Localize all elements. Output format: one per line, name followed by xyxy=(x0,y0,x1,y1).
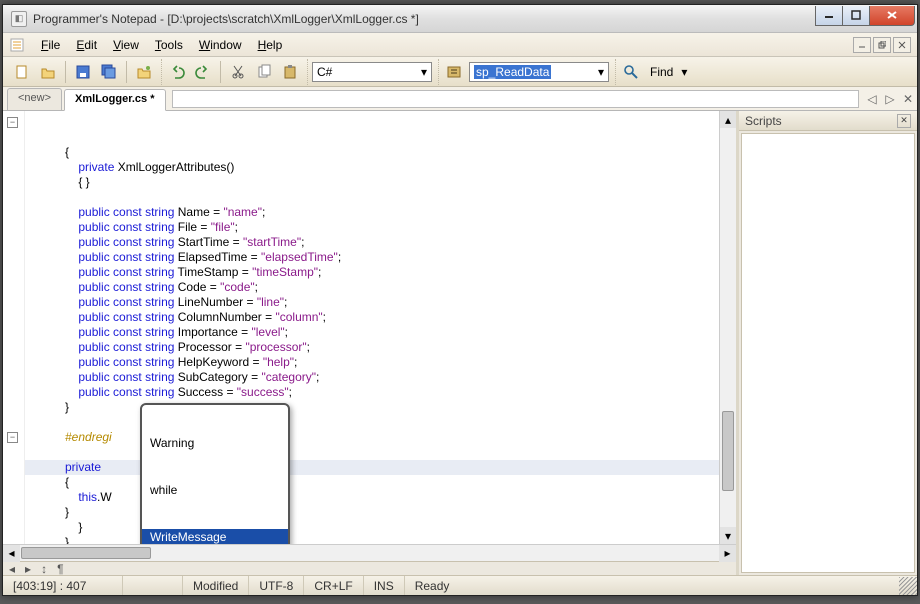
scroll-thumb[interactable] xyxy=(722,411,734,491)
status-modified: Modified xyxy=(183,576,249,595)
scroll-right-button[interactable]: ▸ xyxy=(719,545,736,562)
panel-header: Scripts ✕ xyxy=(739,111,917,131)
pilcrow-icon[interactable]: ¶ xyxy=(57,562,63,576)
scripts-panel: Scripts ✕ xyxy=(739,111,917,575)
scroll-down-button[interactable]: ▾ xyxy=(720,527,736,544)
save-button[interactable] xyxy=(72,61,94,83)
tab-xmllogger[interactable]: XmlLogger.cs * xyxy=(64,89,165,111)
menu-window[interactable]: Window xyxy=(191,35,250,55)
app-window: ◧ Programmer's Notepad - [D:\projects\sc… xyxy=(2,4,918,596)
minimize-button[interactable] xyxy=(815,6,843,26)
open-project-button[interactable] xyxy=(133,61,155,83)
code-editor[interactable]: − − { private XmlLoggerAttributes() { } … xyxy=(3,111,736,544)
find-button-icon[interactable] xyxy=(620,61,642,83)
status-eol: CR+LF xyxy=(304,576,363,595)
dropdown-arrow-icon: ▾ xyxy=(421,65,427,79)
undo-button[interactable] xyxy=(166,61,188,83)
function-value: sp_ReadData xyxy=(474,65,551,79)
tab-close-button[interactable]: ✕ xyxy=(901,92,915,106)
fold-gutter[interactable]: − − xyxy=(3,111,25,544)
dropdown-arrow-icon: ▾ xyxy=(598,65,604,79)
copy-button[interactable] xyxy=(253,61,275,83)
code-area[interactable]: { private XmlLoggerAttributes() { } publ… xyxy=(25,111,719,544)
fold-toggle[interactable]: − xyxy=(7,117,18,128)
mdi-restore-button[interactable] xyxy=(873,37,891,53)
scroll-thumb[interactable] xyxy=(21,547,151,559)
tab-new[interactable]: <new> xyxy=(7,88,62,110)
autocomplete-popup[interactable]: Warning while WriteMessage xyxy=(140,403,290,544)
split-icon[interactable]: ↕ xyxy=(41,562,47,576)
function-jump-button[interactable] xyxy=(443,61,465,83)
vertical-scrollbar[interactable]: ▴ ▾ xyxy=(719,111,736,544)
autocomplete-item[interactable]: while xyxy=(142,482,288,499)
fold-toggle[interactable]: − xyxy=(7,432,18,443)
app-icon: ◧ xyxy=(11,11,27,27)
find-label[interactable]: Find xyxy=(646,65,677,79)
title-bar: ◧ Programmer's Notepad - [D:\projects\sc… xyxy=(3,5,917,33)
language-selector[interactable]: C# ▾ xyxy=(312,62,432,82)
nav-back-icon[interactable]: ◂ xyxy=(9,562,15,576)
panel-close-button[interactable]: ✕ xyxy=(897,114,911,128)
document-tabs: <new> XmlLogger.cs * ◁ ▷ ✕ xyxy=(3,87,917,111)
menu-help[interactable]: Help xyxy=(250,35,291,55)
autocomplete-item-selected[interactable]: WriteMessage xyxy=(142,529,288,544)
status-bar: [403:19] : 407 Modified UTF-8 CR+LF INS … xyxy=(3,575,917,595)
menu-file[interactable]: File xyxy=(33,35,68,55)
status-insert-mode: INS xyxy=(364,576,405,595)
window-buttons xyxy=(816,6,915,26)
maximize-button[interactable] xyxy=(842,6,870,26)
main-area: − − { private XmlLoggerAttributes() { } … xyxy=(3,111,917,575)
cut-button[interactable] xyxy=(227,61,249,83)
scroll-left-button[interactable]: ◂ xyxy=(3,545,20,562)
scroll-up-button[interactable]: ▴ xyxy=(720,111,736,128)
editor-mini-toolbar: ◂ ▸ ↕ ¶ xyxy=(3,561,736,575)
window-title: Programmer's Notepad - [D:\projects\scra… xyxy=(33,12,419,26)
horizontal-scrollbar[interactable]: ◂ ▸ xyxy=(3,544,736,561)
menu-edit[interactable]: Edit xyxy=(68,35,105,55)
jump-input[interactable] xyxy=(172,90,859,108)
function-selector[interactable]: sp_ReadData ▾ xyxy=(469,62,609,82)
redo-button[interactable] xyxy=(192,61,214,83)
menu-view[interactable]: View xyxy=(105,35,147,55)
mdi-minimize-button[interactable] xyxy=(853,37,871,53)
dropdown-arrow-icon[interactable]: ▾ xyxy=(681,65,687,79)
editor-pane: − − { private XmlLoggerAttributes() { } … xyxy=(3,111,739,575)
save-all-button[interactable] xyxy=(98,61,120,83)
status-position: [403:19] : 407 xyxy=(3,576,123,595)
resize-grip[interactable] xyxy=(899,577,917,595)
status-encoding: UTF-8 xyxy=(249,576,304,595)
autocomplete-item[interactable]: Warning xyxy=(142,435,288,452)
nav-fwd-icon[interactable]: ▸ xyxy=(25,562,31,576)
language-value: C# xyxy=(317,65,332,79)
mdi-close-button[interactable] xyxy=(893,37,911,53)
panel-body[interactable] xyxy=(741,133,915,573)
menu-bar: File Edit View Tools Window Help xyxy=(3,33,917,57)
new-file-button[interactable] xyxy=(11,61,33,83)
menu-tools[interactable]: Tools xyxy=(147,35,191,55)
tab-prev-button[interactable]: ◁ xyxy=(865,92,879,106)
status-ready: Ready xyxy=(405,576,899,595)
tab-next-button[interactable]: ▷ xyxy=(883,92,897,106)
toolbar: C# ▾ sp_ReadData ▾ Find ▾ xyxy=(3,57,917,87)
paste-button[interactable] xyxy=(279,61,301,83)
app-menu-icon xyxy=(9,37,25,53)
open-file-button[interactable] xyxy=(37,61,59,83)
close-button[interactable] xyxy=(869,6,915,26)
panel-title: Scripts xyxy=(745,114,782,128)
